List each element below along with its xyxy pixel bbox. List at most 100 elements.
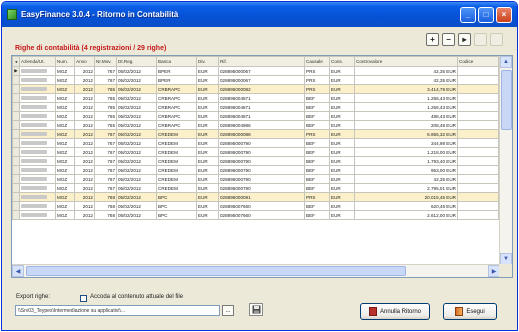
redacted-company: [21, 186, 47, 191]
column-header[interactable]: Rif.: [218, 56, 305, 67]
column-header[interactable]: Azienda/Ut.: [19, 56, 56, 67]
table-cell: 2012: [74, 102, 95, 112]
table-cell: 05/02/2012: [116, 174, 157, 184]
table-cell: CRBRAPC: [156, 120, 197, 130]
row-selector[interactable]: [12, 120, 20, 130]
table-cell: MGZ: [55, 111, 75, 121]
title-bar[interactable]: EasyFinance 3.0.4 - Ritorno in Contabili…: [2, 2, 517, 27]
horizontal-scroll-thumb[interactable]: [26, 266, 406, 276]
table-cell: [457, 174, 499, 184]
cancel-return-button[interactable]: Annulla Ritorno: [360, 303, 430, 320]
column-header[interactable]: Anno: [74, 56, 95, 67]
minimize-button[interactable]: _: [460, 6, 476, 23]
table-row[interactable]: ▶ MGZ 2012 767 05/02/2012 BPER EUR 028895000067…: [12, 66, 499, 76]
table-row[interactable]: MGZ 2012 765 05/02/2012 CRBRAPC EUR 0288950048…: [12, 111, 499, 121]
table-cell: 765: [94, 84, 117, 94]
table-cell: [457, 210, 499, 220]
scroll-left-icon[interactable]: ◀: [12, 265, 24, 277]
table-row[interactable]: MGZ 2012 768 05/02/2012 BPC EUR 028895007660 BE…: [12, 201, 499, 211]
add-row-button[interactable]: +: [426, 33, 439, 46]
table-row[interactable]: MGZ 2012 767 05/02/2012 CREDEM EUR 02889500079…: [12, 183, 499, 193]
table-cell: EUR: [329, 210, 355, 220]
table-row[interactable]: MGZ 2012 765 05/02/2012 CRBRAPC EUR 0288950048…: [12, 102, 499, 112]
column-header[interactable]: Cons.: [329, 56, 355, 67]
table-cell: CREDEM: [156, 147, 197, 157]
table-cell: 05/02/2012: [116, 111, 157, 121]
row-selector[interactable]: [12, 102, 20, 112]
table-row[interactable]: MGZ 2012 767 05/02/2012 CREDEM EUR 02889500079…: [12, 147, 499, 157]
column-header[interactable]: Controvalore: [354, 56, 458, 67]
table-row[interactable]: MGZ 2012 765 05/02/2012 CRBRAPC EUR 0288950049…: [12, 120, 499, 130]
table-cell: 05/02/2012: [116, 93, 157, 103]
disabled-tool-button[interactable]: [474, 33, 487, 46]
scroll-up-icon[interactable]: ▲: [500, 56, 512, 68]
table-row[interactable]: MGZ 2012 767 05/02/2012 CREDEM EUR 02889500079…: [12, 138, 499, 148]
accounting-grid[interactable]: ◂ Azienda/Ut. Num. Anno Nr.Mov. Dt.Reg. Banca…: [11, 55, 513, 278]
table-row[interactable]: MGZ 2012 767 05/02/2012 CREDEM EUR 02889500079…: [12, 165, 499, 175]
table-row[interactable]: MGZ 2012 768 05/02/2012 BPC EUR 028895000091 PR…: [12, 192, 499, 202]
table-row[interactable]: MGZ 2012 767 05/02/2012 CREDEM EUR 02889500079…: [12, 156, 499, 166]
row-selector[interactable]: [12, 93, 20, 103]
table-cell: 765: [94, 93, 117, 103]
row-selector[interactable]: [12, 183, 20, 193]
append-checkbox[interactable]: [80, 295, 87, 302]
table-cell: EUR: [329, 75, 355, 85]
table-cell: BPER: [156, 66, 197, 76]
table-row[interactable]: MGZ 2012 765 05/02/2012 CRBRAPC EUR 0288950000…: [12, 84, 499, 94]
table-cell: CREDEM: [156, 165, 197, 175]
column-header[interactable]: Dt.Reg.: [116, 56, 157, 67]
table-cell: BEF: [304, 210, 330, 220]
table-cell: BEF: [304, 165, 330, 175]
close-button[interactable]: ×: [496, 6, 512, 23]
remove-row-button[interactable]: −: [442, 33, 455, 46]
row-selector[interactable]: ▶: [12, 66, 20, 76]
table-cell: [19, 75, 56, 85]
column-header[interactable]: Div.: [196, 56, 219, 67]
row-selector[interactable]: [12, 75, 20, 85]
table-cell: MGZ: [55, 120, 75, 130]
column-header[interactable]: Codice: [457, 56, 499, 67]
row-selector[interactable]: [12, 192, 20, 202]
table-cell: 2012: [74, 129, 95, 139]
table-cell: 2012: [74, 192, 95, 202]
table-cell: [457, 201, 499, 211]
row-selector[interactable]: [12, 174, 20, 184]
row-selector[interactable]: [12, 84, 20, 94]
row-selector[interactable]: [12, 129, 20, 139]
disabled-tool-button[interactable]: [490, 33, 503, 46]
row-selector[interactable]: [12, 111, 20, 121]
table-cell: [19, 165, 56, 175]
horizontal-scrollbar[interactable]: ◀ ▶: [12, 264, 500, 277]
table-cell: 767: [94, 75, 117, 85]
row-selector[interactable]: [12, 210, 20, 220]
table-row[interactable]: MGZ 2012 767 05/02/2012 CREDEM EUR 02889500008…: [12, 129, 499, 139]
maximize-button[interactable]: □: [478, 6, 494, 23]
export-disk-icon[interactable]: [249, 303, 263, 316]
table-cell: 028895000082: [218, 84, 305, 94]
grid-toolbar: + − ▸: [426, 33, 503, 46]
table-cell: 05/02/2012: [116, 129, 157, 139]
row-selector[interactable]: [12, 165, 20, 175]
row-selector[interactable]: [12, 201, 20, 211]
vertical-scrollbar[interactable]: ▲ ▼: [499, 56, 512, 265]
row-selector[interactable]: [12, 156, 20, 166]
table-row[interactable]: MGZ 2012 765 05/02/2012 CRBRAPC EUR 0288950048…: [12, 93, 499, 103]
table-cell: EUR: [329, 147, 355, 157]
column-header[interactable]: Num.: [55, 56, 75, 67]
column-header[interactable]: Causale: [304, 56, 330, 67]
column-header[interactable]: Banca: [156, 56, 197, 67]
browse-button[interactable]: ...: [222, 305, 234, 316]
column-header[interactable]: Nr.Mov.: [94, 56, 117, 67]
table-cell: 620,45 EUR: [354, 201, 458, 211]
confirm-button[interactable]: ▸: [458, 33, 471, 46]
table-cell: EUR: [329, 111, 355, 121]
table-row[interactable]: MGZ 2012 768 05/02/2012 BPC EUR 028895007660 BE…: [12, 210, 499, 220]
row-selector[interactable]: [12, 138, 20, 148]
table-cell: BEF: [304, 138, 330, 148]
export-path-input[interactable]: \\Srv03_Teypes\Intermediazione su applic…: [15, 305, 220, 316]
execute-button[interactable]: Esegui: [443, 303, 497, 320]
vertical-scroll-thumb[interactable]: [501, 70, 512, 130]
table-row[interactable]: MGZ 2012 767 05/02/2012 CREDEM EUR 02889500079…: [12, 174, 499, 184]
row-selector[interactable]: [12, 147, 20, 157]
table-row[interactable]: MGZ 2012 767 05/02/2012 BPER EUR 028895000067 P…: [12, 75, 499, 85]
